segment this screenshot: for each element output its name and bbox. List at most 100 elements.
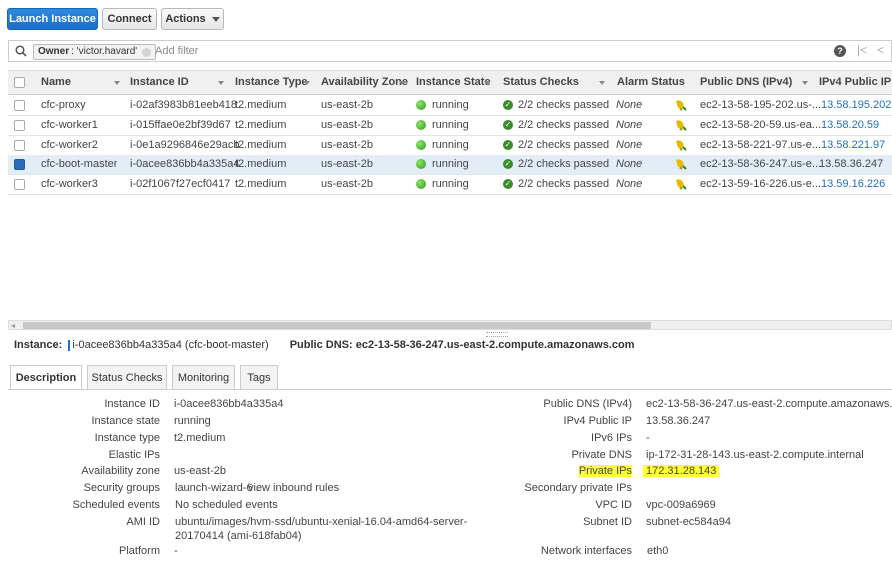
instance-type: t2.medium	[235, 119, 287, 131]
sort-icon[interactable]	[304, 81, 310, 85]
column-alarm-status[interactable]: Alarm Status	[617, 71, 685, 94]
remove-token-icon[interactable]	[142, 47, 152, 57]
row-checkbox[interactable]	[14, 159, 25, 170]
status-checks-text: 2/2 checks passed	[518, 178, 610, 190]
row-checkbox[interactable]	[14, 120, 25, 131]
sort-icon[interactable]	[802, 81, 808, 85]
private-ips-value: 172.31.28.143	[643, 465, 720, 477]
ipv4-public-ip[interactable]: 13.58.36.247	[819, 155, 883, 174]
sort-icon[interactable]	[484, 81, 490, 85]
column-name[interactable]: Name	[41, 71, 71, 94]
instance-state-text: running	[432, 178, 469, 190]
running-status-icon	[416, 179, 426, 190]
detail-label: Network interfaces	[540, 545, 632, 557]
ami-id-link-line2[interactable]: 20170414 (ami-618fab04)	[175, 530, 302, 542]
detail-label: Security groups	[83, 482, 160, 494]
filter-input[interactable]: Add filter	[155, 45, 198, 57]
alarm-status: None	[616, 178, 643, 190]
view-inbound-rules-link[interactable]: view inbound rules	[248, 482, 339, 494]
detail-label: IPv4 Public IP	[563, 415, 632, 427]
alarm-status: None	[616, 99, 643, 111]
instance-state-text: running	[432, 139, 469, 151]
instance-state: running	[416, 155, 469, 174]
sort-icon[interactable]	[399, 81, 405, 85]
filter-token[interactable]: Owner: 'victor.havard'	[33, 44, 157, 60]
table-row[interactable]: cfc-proxy i-02af3983b81eeb418 t2.medium …	[8, 96, 892, 116]
row-checkbox[interactable]	[14, 100, 25, 111]
ipv4-public-ip[interactable]: 13.58.195.202	[821, 96, 891, 115]
sort-icon[interactable]	[599, 81, 605, 85]
connect-button[interactable]: Connect	[102, 8, 157, 30]
scrollbar-thumb[interactable]	[23, 322, 651, 329]
sort-icon[interactable]	[218, 81, 224, 85]
instance-state: running	[416, 175, 469, 194]
table-row[interactable]: cfc-worker3 i-02f1067f27ecf0417 t2.mediu…	[8, 175, 892, 195]
instance-value: i-0acee836bb4a335a4 (cfc-boot-master)	[72, 339, 269, 351]
tab-status-checks[interactable]: Status Checks	[87, 365, 167, 389]
public-dns: ec2-13-59-16-226.us-e...	[700, 178, 822, 190]
table-row[interactable]: cfc-worker2 i-0e1a9296846e29acb t2.mediu…	[8, 136, 892, 156]
filter-token-value: : 'victor.havard'	[71, 46, 138, 57]
sort-icon[interactable]	[114, 81, 120, 85]
horizontal-scrollbar[interactable]: ◂	[8, 320, 892, 330]
ipv4-public-ip[interactable]: 13.58.221.97	[821, 136, 885, 155]
ipv4-public-ip[interactable]: 13.59.16.226	[821, 175, 885, 194]
select-all-checkbox[interactable]	[14, 77, 25, 88]
table-row-selected[interactable]: cfc-boot-master i-0acee836bb4a335a4 t2.m…	[8, 155, 892, 175]
network-interface-link[interactable]: eth0	[647, 545, 668, 557]
column-instance-type[interactable]: Instance Type	[235, 71, 308, 94]
column-ipv4-public-ip[interactable]: IPv4 Public IP	[819, 71, 891, 94]
detail-value: -	[174, 545, 178, 557]
help-icon[interactable]: ?	[834, 45, 846, 57]
actions-label: Actions	[165, 13, 206, 25]
row-checkbox[interactable]	[14, 140, 25, 151]
scheduled-events-link[interactable]: No scheduled events	[175, 499, 278, 511]
panel-splitter[interactable]	[0, 331, 892, 337]
column-availability-zone[interactable]: Availability Zone	[321, 71, 408, 94]
detail-value: vpc-009a6969	[646, 499, 716, 511]
column-instance-state[interactable]: Instance State	[416, 71, 491, 94]
detail-label: Subnet ID	[583, 516, 632, 528]
drag-handle-icon[interactable]	[486, 332, 508, 337]
tab-monitoring[interactable]: Monitoring	[172, 365, 235, 389]
table-row[interactable]: cfc-worker1 i-015ffae0e2bf39d67 t2.mediu…	[8, 116, 892, 136]
check-passed-icon: ✓	[503, 120, 513, 131]
detail-value: subnet-ec584a94	[646, 516, 732, 528]
create-alarm-icon[interactable]	[673, 158, 687, 171]
detail-label: Scheduled events	[72, 499, 160, 511]
create-alarm-icon[interactable]	[673, 178, 687, 191]
column-instance-id[interactable]: Instance ID	[130, 71, 189, 94]
create-alarm-icon[interactable]	[673, 119, 687, 132]
scroll-left-icon[interactable]: ◂	[11, 321, 15, 330]
create-alarm-icon[interactable]	[673, 99, 687, 112]
instance-label: Instance:	[14, 339, 63, 351]
prev-page-icon[interactable]: <	[877, 43, 884, 57]
row-checkbox[interactable]	[14, 179, 25, 190]
filter-bar[interactable]: Owner: 'victor.havard' Add filter ? |< <	[8, 40, 892, 62]
instance-state-text: running	[432, 99, 469, 111]
tab-description[interactable]: Description	[10, 365, 82, 390]
column-status-checks[interactable]: Status Checks	[503, 71, 579, 94]
detail-value: 13.58.36.247	[646, 415, 711, 427]
first-page-icon[interactable]: |<	[857, 43, 867, 57]
column-public-dns[interactable]: Public DNS (IPv4)	[700, 71, 792, 94]
actions-dropdown[interactable]: Actions	[161, 8, 224, 30]
private-ips-label: Private IPs	[578, 465, 632, 477]
alarm-status: None	[616, 139, 643, 151]
launch-instance-button[interactable]: Launch Instance	[7, 8, 98, 30]
tab-tags[interactable]: Tags	[240, 365, 278, 389]
ipv4-public-ip[interactable]: 13.58.20.59	[821, 116, 879, 135]
detail-label: Platform	[119, 545, 160, 557]
instance-state: running	[416, 136, 469, 155]
availability-zone: us-east-2b	[321, 139, 373, 151]
public-dns: ec2-13-58-20-59.us-ea...	[700, 119, 822, 131]
running-status-icon	[416, 159, 426, 170]
status-checks: ✓ 2/2 checks passed	[503, 155, 609, 174]
detail-value: 172.31.28.143	[643, 465, 720, 477]
detail-value: ip-172-31-28-143.us-east-2.compute.inter…	[646, 449, 864, 461]
create-alarm-icon[interactable]	[673, 139, 687, 152]
security-group-link[interactable]: launch-wizard-6 .	[175, 482, 259, 494]
instance-type: t2.medium	[235, 158, 287, 170]
ami-id-link[interactable]: ubuntu/images/hvm-ssd/ubuntu-xenial-16.0…	[175, 516, 467, 528]
detail-value: running	[174, 415, 211, 427]
